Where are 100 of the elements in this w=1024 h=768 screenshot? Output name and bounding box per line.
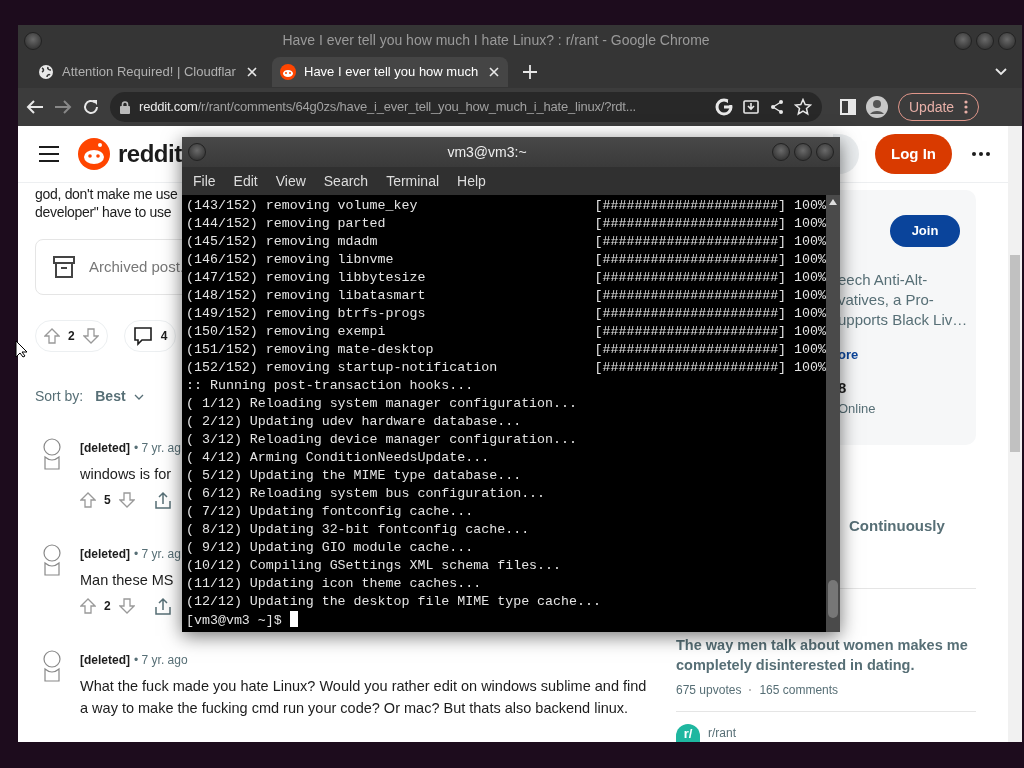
subreddit-name[interactable]: r/rant: [708, 723, 736, 742]
terminal-line: (151/152) removing mate-desktop: [186, 341, 434, 359]
side-panel-icon[interactable]: [840, 99, 856, 115]
terminal-line: (150/152) removing exempi: [186, 323, 386, 341]
terminal-line: ( 9/12) Updating GIO module cache...: [186, 539, 474, 557]
comment-icon: [132, 326, 153, 346]
comment-author[interactable]: [deleted]: [80, 441, 130, 455]
menu-item[interactable]: Terminal: [377, 170, 449, 192]
progress-text: [######################] 100%: [594, 287, 826, 305]
terminal-line: ( 3/12) Reloading device manager configuration...: [186, 431, 577, 449]
vote-count: 2: [104, 598, 111, 615]
downvote-icon[interactable]: [118, 598, 135, 614]
close-icon[interactable]: [488, 66, 500, 78]
browser-tab[interactable]: Have I ever tell you how much: [272, 57, 508, 87]
google-icon[interactable]: [715, 98, 733, 116]
browser-tab[interactable]: Attention Required! | Cloudflar: [30, 57, 266, 87]
menu-icon[interactable]: [38, 145, 60, 163]
comment-author[interactable]: [deleted]: [80, 547, 130, 561]
progress-text: [######################] 100%: [594, 269, 826, 287]
upvote-icon[interactable]: [80, 598, 96, 614]
chevron-down-icon[interactable]: [994, 67, 1008, 77]
terminal-line: ( 5/12) Updating the MIME type database...: [186, 467, 522, 485]
sort-dropdown[interactable]: Best: [95, 386, 144, 407]
terminal-line: (12/12) Updating the desktop file MIME type cache...: [186, 593, 601, 611]
window-title: Have I ever tell you how much I hate Linux? : r/rant - Google Chrome: [281, 31, 711, 50]
more-icon[interactable]: [972, 152, 990, 156]
install-icon[interactable]: [742, 98, 760, 116]
join-button[interactable]: Join: [890, 215, 960, 247]
window-button[interactable]: [188, 143, 206, 161]
menu-item[interactable]: File: [184, 170, 225, 192]
progress-text: [######################] 100%: [594, 215, 826, 233]
window-button[interactable]: [794, 143, 812, 161]
menu-item[interactable]: Search: [314, 170, 378, 192]
terminal-line: (144/152) removing parted: [186, 215, 386, 233]
scroll-up-icon[interactable]: [829, 199, 837, 205]
new-tab-icon[interactable]: [522, 64, 538, 80]
back-icon[interactable]: [26, 99, 44, 115]
terminal-line: (149/152) removing btrfs-progs: [186, 305, 426, 323]
terminal-line: ( 4/12) Arming ConditionNeedsUpdate...: [186, 449, 490, 467]
window-title: vm3@vm3:~: [446, 142, 528, 162]
chevron-down-icon: [133, 393, 144, 400]
window-button[interactable]: [816, 143, 834, 161]
downvote-icon[interactable]: [82, 328, 99, 344]
scroll-thumb[interactable]: [828, 580, 838, 618]
terminal-line: (143/152) removing volume_key: [186, 197, 418, 215]
progress-text: [######################] 100%: [594, 305, 826, 323]
comment-text: Man these MS: [80, 571, 174, 590]
terminal-line: ( 8/12) Updating 32-bit fontconfig cache...: [186, 521, 530, 539]
menu-item[interactable]: Help: [448, 170, 495, 192]
lock-icon: [120, 100, 130, 114]
kebab-icon[interactable]: [964, 100, 969, 114]
window-button[interactable]: [998, 31, 1016, 50]
comment-author[interactable]: [deleted]: [80, 653, 130, 667]
scrollbar[interactable]: [826, 195, 840, 632]
upvote-icon[interactable]: [80, 492, 96, 508]
terminal-line: (146/152) removing libnvme: [186, 251, 394, 269]
window-button[interactable]: [954, 31, 972, 50]
window-button[interactable]: [772, 143, 790, 161]
community-description: vatives, a Pro-: [838, 290, 935, 310]
sort-label: Sort by:: [35, 387, 84, 406]
upvote-icon[interactable]: [44, 328, 60, 344]
progress-text: [######################] 100%: [594, 233, 826, 251]
section-heading: Continuously: [849, 516, 946, 536]
terminal-line: :: Running post-transaction hooks...: [186, 377, 474, 395]
progress-text: [######################] 100%: [594, 197, 826, 215]
window-button[interactable]: [976, 31, 994, 50]
share-icon[interactable]: [769, 99, 785, 115]
forward-icon[interactable]: [54, 99, 72, 115]
scrollbar[interactable]: [1008, 126, 1022, 742]
post-text: god, don't make me use: [35, 185, 178, 203]
text-cursor: [289, 611, 298, 627]
terminal-line: (152/152) removing startup-notification: [186, 359, 498, 377]
share-icon[interactable]: [154, 597, 171, 615]
scroll-thumb[interactable]: [1010, 255, 1020, 452]
terminal-prompt: [vm3@vm3 ~]$: [186, 613, 282, 628]
vote-count: 2: [68, 328, 75, 345]
reddit-wordmark[interactable]: reddit: [118, 136, 182, 172]
star-icon[interactable]: [794, 98, 812, 116]
progress-text: [######################] 100%: [594, 251, 826, 269]
menu-item[interactable]: View: [266, 170, 315, 192]
comment-count: 165 comments: [759, 681, 839, 699]
terminal-line: ( 2/12) Updating udev hardware database...: [186, 413, 522, 431]
reddit-logo-icon[interactable]: [78, 138, 110, 170]
downvote-icon[interactable]: [118, 492, 135, 508]
profile-icon[interactable]: [866, 96, 888, 118]
terminal-line: (10/12) Compiling GSettings XML schema files...: [186, 557, 562, 575]
terminal-line: ( 1/12) Reloading system manager configuration...: [186, 395, 577, 413]
login-button[interactable]: Log In: [875, 134, 952, 174]
window-button[interactable]: [24, 31, 42, 50]
progress-text: [######################] 100%: [594, 341, 826, 359]
menu-item[interactable]: Edit: [224, 170, 267, 192]
reload-icon[interactable]: [82, 98, 100, 116]
vote-count: 5: [104, 492, 111, 509]
close-icon[interactable]: [246, 66, 258, 78]
upvote-count: 675 upvotes: [676, 681, 742, 699]
address-bar[interactable]: reddit.com/r/rant/comments/64g0zs/have_i_ever_tell_you_how_much_i_hate_linux/?rdt...: [110, 92, 822, 122]
archive-icon: [53, 255, 75, 279]
comment-text: windows is for: [80, 465, 172, 484]
related-post-title[interactable]: The way men talk about women makes me completely disinterested in dating.: [676, 634, 976, 675]
share-icon[interactable]: [154, 491, 171, 509]
